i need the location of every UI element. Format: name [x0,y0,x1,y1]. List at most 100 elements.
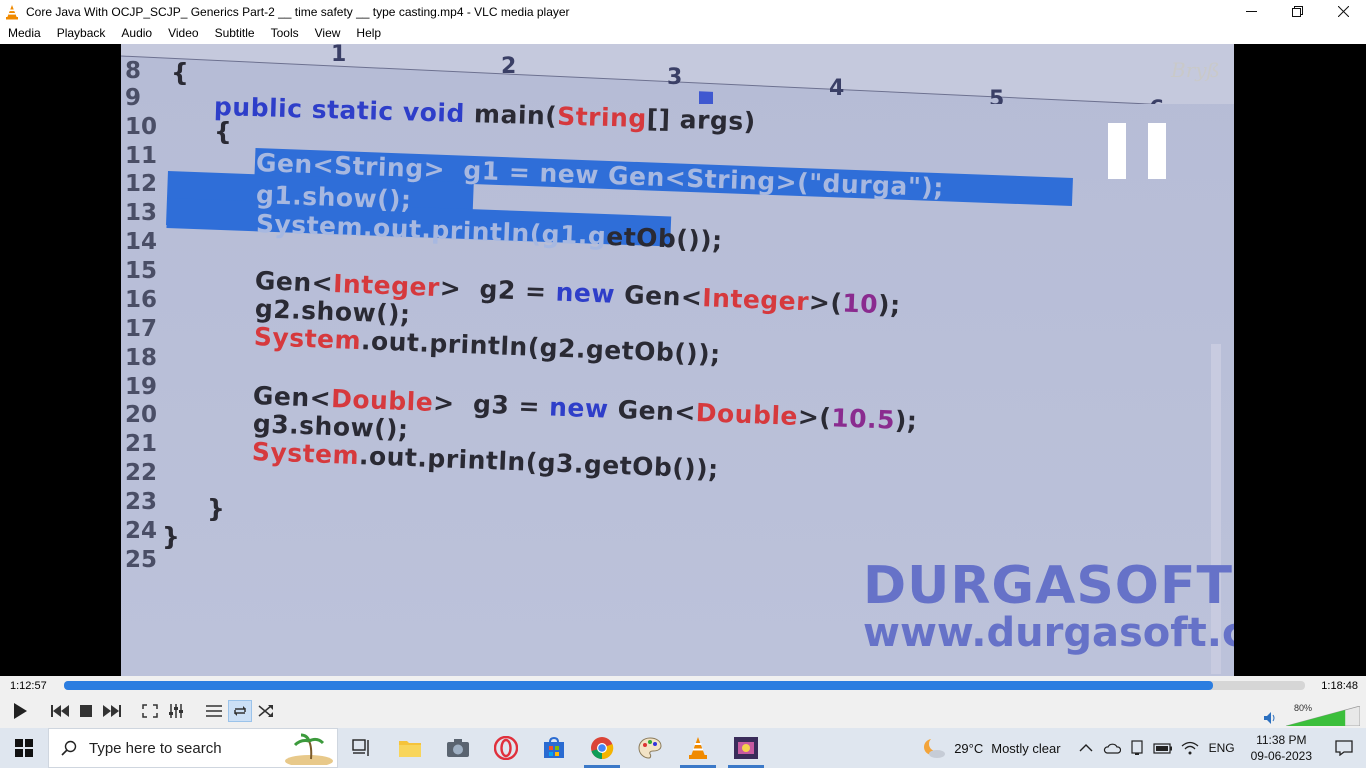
seek-progress [64,681,1214,690]
speaker-icon[interactable] [1264,712,1276,724]
folder-icon [399,741,421,757]
code-line: } [162,522,181,551]
line-number: 17 [125,316,158,342]
taskbar-chrome[interactable] [578,728,626,768]
notifications-button[interactable] [1322,728,1366,768]
start-button[interactable] [0,728,48,768]
previous-button[interactable] [48,700,72,722]
taskbar: Type here to search 29°C Mostly clear EN… [0,728,1366,768]
loop-icon [234,706,246,716]
pause-osd-icon [1108,123,1166,179]
taskbar-paint[interactable] [626,728,674,768]
search-placeholder: Type here to search [89,739,222,757]
menu-playback[interactable]: Playback [49,23,114,44]
restore-icon [1291,6,1303,17]
menu-help[interactable]: Help [348,23,389,44]
video-area[interactable]: 1 2 3 4 5 6 Bryß 8 9 10 11 12 13 14 15 1… [0,44,1366,676]
watermark-name: DURGASOFT [863,556,1234,616]
battery-icon[interactable] [1152,742,1173,754]
film-icon [734,737,758,759]
extended-settings-button[interactable] [164,700,188,722]
stop-icon [80,705,92,717]
task-view-button[interactable] [338,728,386,768]
total-time[interactable]: 1:18:48 [1321,680,1358,692]
weather-moon-icon [924,737,946,758]
line-number: 25 [125,547,158,573]
beach-illustration-icon [285,733,333,765]
line-number: 8 [125,58,142,84]
fullscreen-icon [142,704,158,718]
play-button[interactable] [6,698,34,724]
line-number: 22 [125,460,158,486]
code-line: System.out.println(g3.getOb()); [251,437,720,484]
loop-button[interactable] [228,700,252,722]
network-device-icon[interactable] [1129,740,1145,756]
taskbar-opera[interactable] [482,728,530,768]
line-number: 16 [125,287,158,313]
taskbar-camera[interactable] [434,728,482,768]
taskbar-video-app[interactable] [722,728,770,768]
playlist-icon [206,705,222,717]
menu-video[interactable]: Video [160,23,206,44]
close-button[interactable] [1320,0,1366,23]
line-number: 24 [125,518,158,544]
menu-tools[interactable]: Tools [263,23,307,44]
code-line: { [214,117,233,146]
minimize-button[interactable] [1228,0,1274,23]
playlist-button[interactable] [202,700,226,722]
wifi-icon[interactable] [1181,741,1199,755]
opera-icon [494,736,518,760]
weather-widget[interactable]: 29°C Mostly clear [922,737,1061,759]
line-number: 15 [125,258,158,284]
clock[interactable]: 11:38 PM 09-06-2023 [1251,732,1312,764]
menu-audio[interactable]: Audio [113,23,160,44]
store-icon [544,737,564,758]
maximize-button[interactable] [1274,0,1320,23]
shuffle-button[interactable] [254,700,278,722]
palette-icon [638,737,662,759]
search-icon [61,740,77,756]
menu-subtitle[interactable]: Subtitle [207,23,263,44]
line-number: 13 [125,200,158,226]
line-number: 21 [125,431,158,457]
next-button[interactable] [100,700,124,722]
signature: Bryß [1171,58,1220,82]
weather-temp: 29°C [954,740,984,756]
line-number: 10 [125,114,158,140]
code-line: { [171,58,190,87]
vlc-icon [6,4,18,19]
shuffle-icon [258,705,273,717]
skip-back-icon [51,705,69,717]
task-view-icon [352,739,369,756]
cloud-icon[interactable] [1103,742,1121,754]
code-line: } [207,494,226,523]
taskbar-store[interactable] [530,728,578,768]
seek-bar[interactable] [64,681,1305,690]
ruler-tick-1: 1 [331,44,346,67]
code-line: System.out.println(g2.getOb()); [253,322,722,369]
line-number: 20 [125,402,158,428]
ruler-tick-2: 2 [501,54,516,79]
language-indicator[interactable]: ENG [1209,741,1235,755]
volume-slider[interactable] [1286,706,1360,726]
search-box[interactable]: Type here to search [48,728,338,768]
taskbar-vlc[interactable] [674,728,722,768]
system-tray: 29°C Mostly clear ENG 11:38 PM 09-06-202… [922,728,1366,768]
playback-controls: 1:12:57 1:18:48 80% [0,676,1366,728]
equalizer-icon [169,704,183,718]
ruler-tick-5: 5 [989,87,1004,104]
ruler-tick-3: 3 [667,65,682,90]
menu-view[interactable]: View [307,23,349,44]
menu-media[interactable]: Media [0,23,49,44]
fullscreen-button[interactable] [138,700,162,722]
stop-button[interactable] [74,700,98,722]
menu-bar: Media Playback Audio Video Subtitle Tool… [0,23,1366,44]
notification-icon [1335,740,1353,756]
line-number: 14 [125,229,158,255]
chevron-up-icon[interactable] [1079,743,1093,753]
line-number: 23 [125,489,158,515]
elapsed-time[interactable]: 1:12:57 [10,680,47,692]
taskbar-file-explorer[interactable] [386,728,434,768]
vlc-icon [689,737,707,759]
camera-icon [447,739,469,757]
